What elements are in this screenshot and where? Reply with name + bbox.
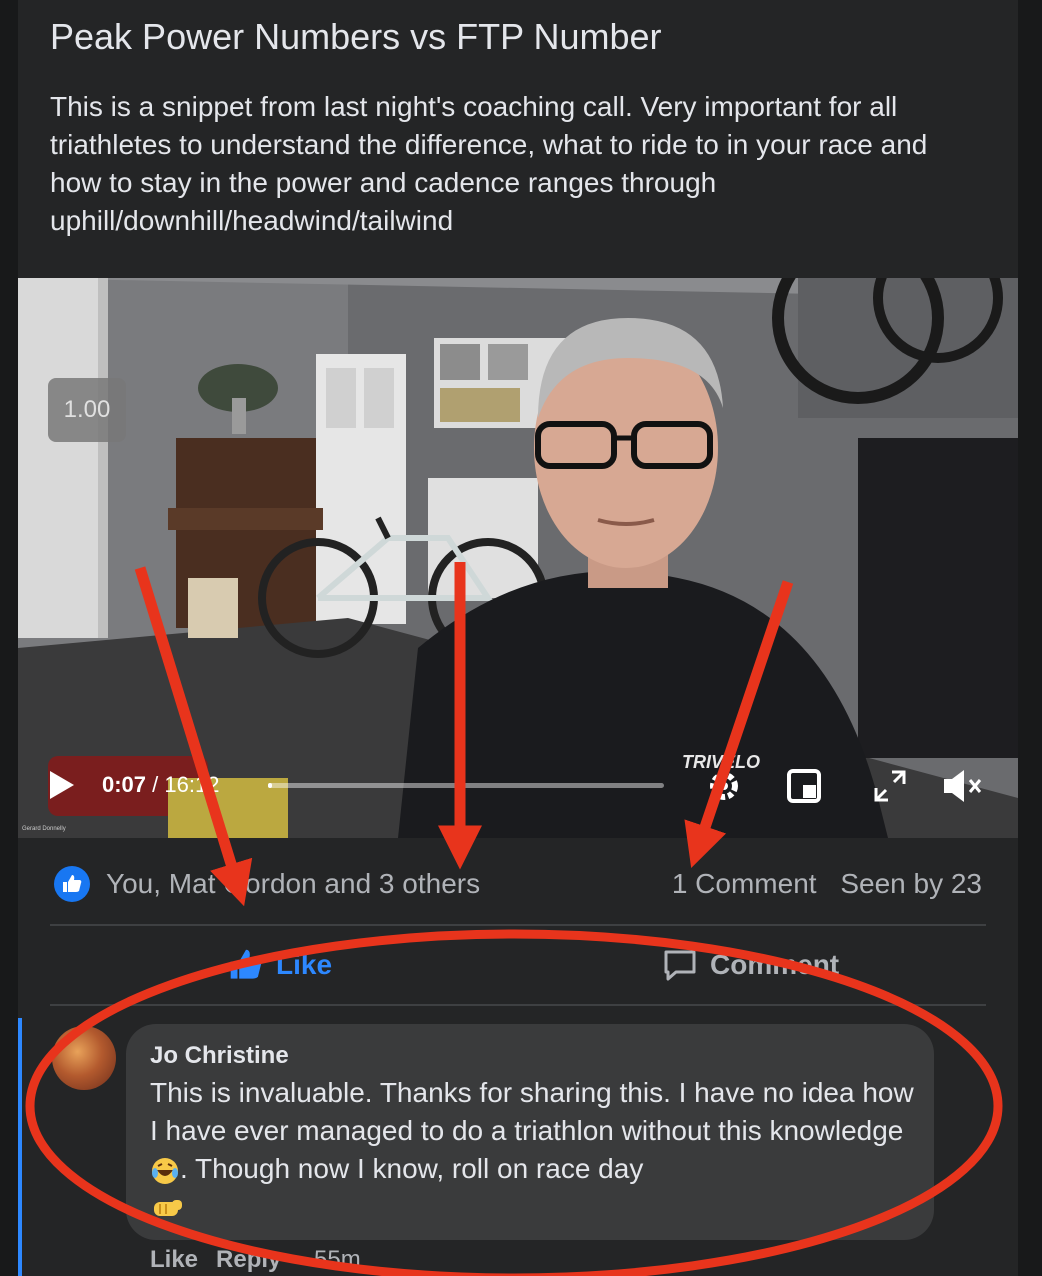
comment-text-part2: . Though now I know, roll on race day — [180, 1153, 644, 1184]
speech-bubble-icon — [664, 950, 696, 981]
video-player[interactable]: TRIVELO 1.00 0:07 / 16:12 Gerard Donnell… — [18, 278, 1018, 838]
video-credit: Gerard Donnelly — [22, 826, 66, 832]
play-icon[interactable] — [50, 771, 74, 799]
like-button[interactable]: Like — [228, 948, 332, 982]
comment-text-part1: This is invaluable. Thanks for sharing t… — [150, 1077, 914, 1146]
comment-like-link[interactable]: Like — [150, 1246, 198, 1273]
mute-icon[interactable] — [942, 768, 986, 804]
divider — [50, 1004, 986, 1006]
picture-in-picture-icon[interactable] — [786, 768, 822, 804]
thumbs-up-icon — [230, 949, 262, 979]
fullscreen-icon[interactable] — [872, 768, 908, 804]
comment-seen-stats: 1 Comment Seen by 23 — [656, 868, 982, 900]
avatar[interactable] — [52, 1026, 116, 1090]
comment-count-link[interactable]: 1 Comment — [672, 868, 817, 899]
post-description: This is a snippet from last night's coac… — [50, 91, 928, 236]
comment-meta: Like Reply · 55m — [150, 1246, 361, 1274]
post-title: Peak Power Numbers vs FTP Number — [50, 16, 662, 57]
comment-reply-link[interactable]: Reply — [216, 1246, 281, 1273]
video-controls: 0:07 / 16:12 — [18, 768, 1018, 818]
comment-author[interactable]: Jo Christine — [150, 1042, 289, 1070]
comment-label: Comment — [710, 949, 840, 980]
comment-text: This is invaluable. Thanks for sharing t… — [150, 1074, 920, 1226]
video-frame: TRIVELO — [18, 278, 1018, 838]
seen-by-link[interactable]: Seen by 23 — [840, 868, 982, 899]
comment-highlight-bar — [18, 1018, 22, 1276]
post-card: Peak Power Numbers vs FTP Number This is… — [18, 0, 1018, 1276]
reaction-stats: You, Mat Gordon and 3 others 1 Comment S… — [18, 862, 1018, 906]
progress-fill — [268, 783, 272, 788]
comment-button[interactable]: Comment — [662, 948, 839, 982]
settings-gear-icon[interactable] — [706, 768, 742, 804]
progress-bar[interactable] — [268, 783, 664, 788]
playback-speed-badge[interactable]: 1.00 — [48, 378, 126, 442]
divider — [50, 924, 986, 926]
laughing-emoji-icon — [152, 1157, 178, 1184]
like-reaction-icon — [54, 866, 90, 902]
reactors-summary[interactable]: You, Mat Gordon and 3 others — [106, 868, 480, 900]
current-time: 0:07 — [102, 772, 147, 797]
like-label: Like — [276, 949, 333, 980]
duration: / 16:12 — [152, 772, 220, 797]
comment-timestamp: · 55m — [299, 1246, 361, 1273]
fist-bump-emoji-icon — [154, 1199, 182, 1216]
comment-bubble: Jo Christine This is invaluable. Thanks … — [126, 1024, 934, 1240]
video-time: 0:07 / 16:12 — [102, 772, 219, 798]
action-bar: Like Comment — [18, 928, 1018, 1006]
